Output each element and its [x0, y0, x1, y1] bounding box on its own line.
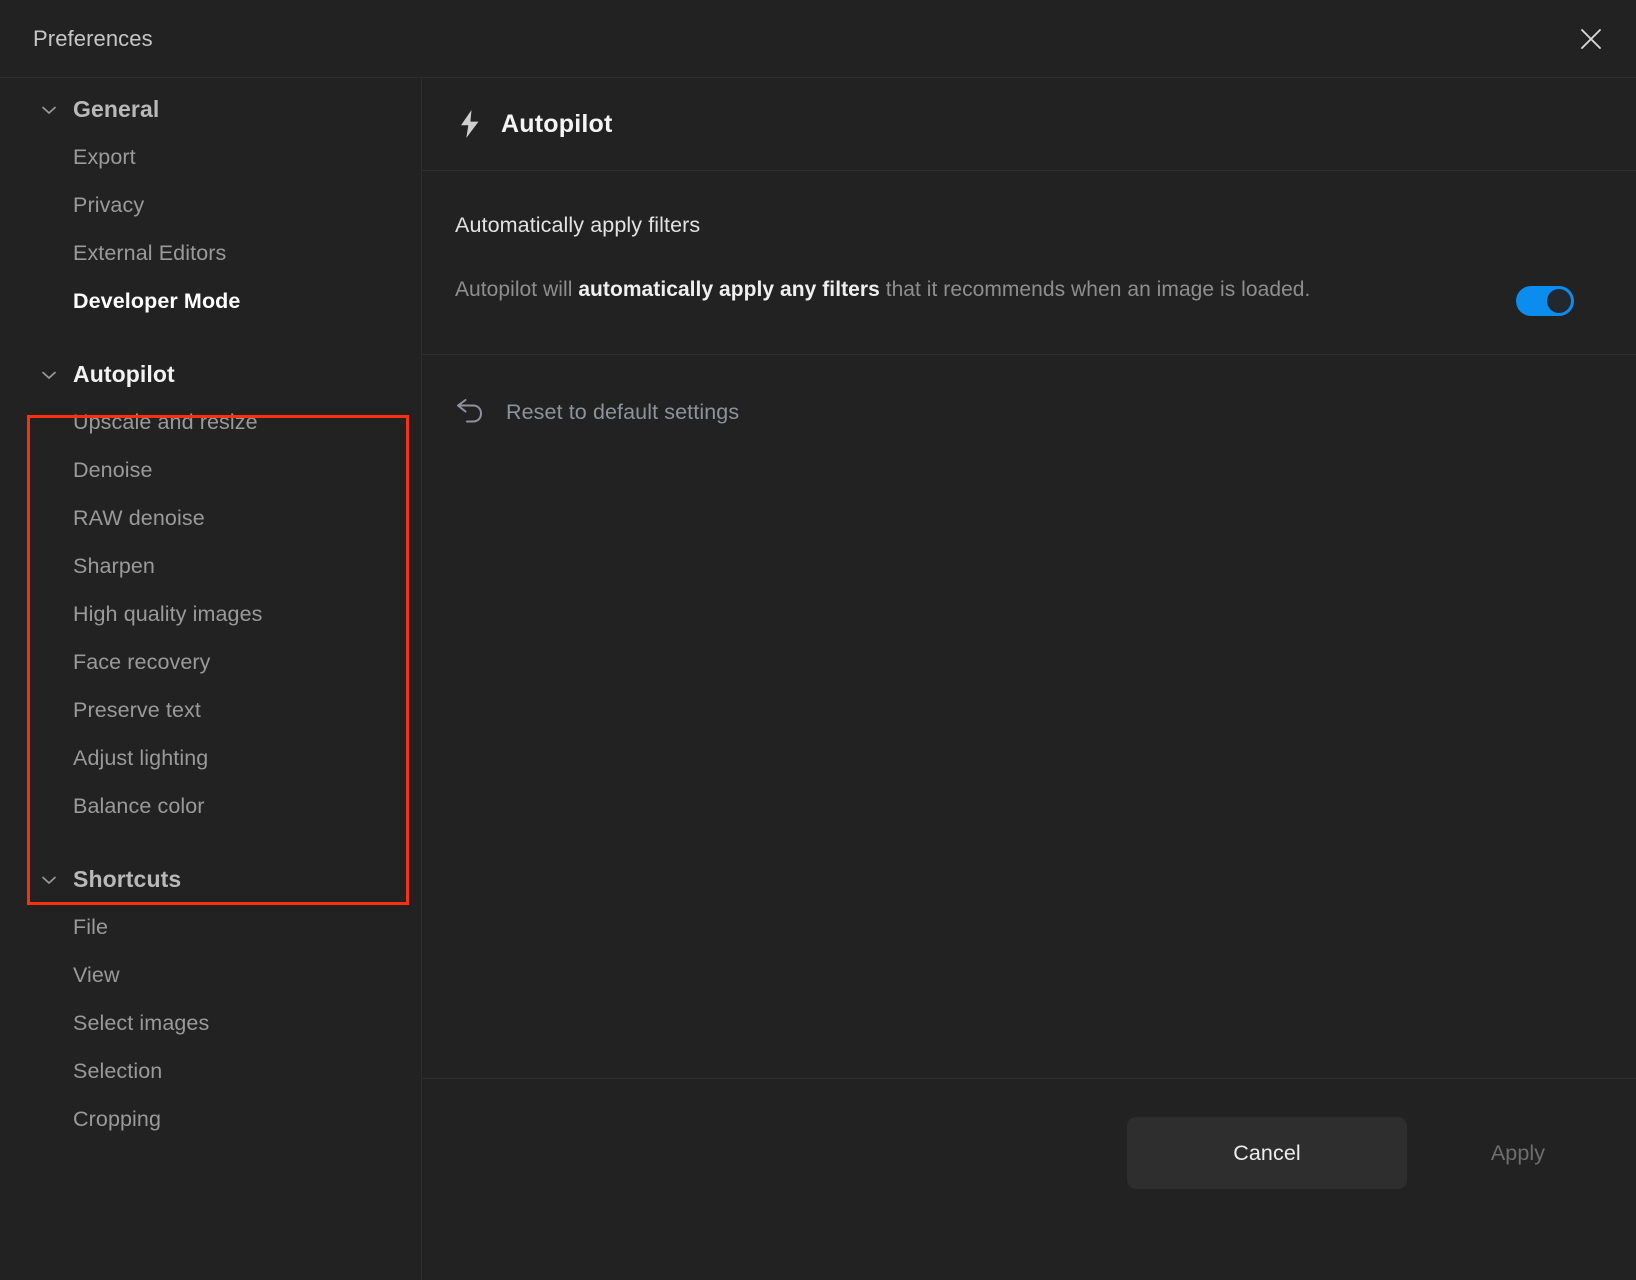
reset-label: Reset to default settings — [506, 399, 740, 424]
apply-button[interactable]: Apply — [1433, 1117, 1603, 1189]
sidebar-group-shortcuts[interactable]: Shortcuts — [0, 856, 421, 903]
sidebar-item-view[interactable]: View — [0, 951, 421, 999]
sidebar-item-preserve-text[interactable]: Preserve text — [0, 686, 421, 734]
sidebar-group-label-general: General — [73, 96, 160, 122]
sidebar-item-cropping[interactable]: Cropping — [0, 1095, 421, 1143]
setting-label: Automatically apply filters — [455, 213, 701, 237]
sidebar-item-face-recovery[interactable]: Face recovery — [0, 638, 421, 686]
sidebar-item-file[interactable]: File — [0, 903, 421, 951]
setting-description-prefix: Autopilot will — [455, 278, 579, 301]
setting-automatically-apply-filters: Automatically apply filters Autopilot wi… — [422, 171, 1636, 355]
close-icon[interactable] — [1568, 16, 1614, 62]
sidebar-group-label-autopilot: Autopilot — [73, 361, 175, 387]
sidebar-item-adjust-lighting[interactable]: Adjust lighting — [0, 734, 421, 782]
main-panel-content: Automatically apply filters Autopilot wi… — [422, 171, 1636, 1078]
reset-to-default-settings-button[interactable]: Reset to default settings — [422, 355, 1636, 469]
sidebar-item-balance-color[interactable]: Balance color — [0, 782, 421, 830]
sidebar-item-developer-mode[interactable]: Developer Mode — [0, 277, 421, 325]
sidebar-group-label-shortcuts: Shortcuts — [73, 866, 182, 892]
window-title: Preferences — [33, 25, 153, 51]
setting-row: Autopilot will automatically apply any f… — [455, 274, 1603, 316]
chevron-down-icon — [38, 364, 60, 386]
sidebar-item-denoise[interactable]: Denoise — [0, 446, 421, 494]
sidebar-group-general[interactable]: General — [0, 86, 421, 133]
setting-description: Autopilot will automatically apply any f… — [455, 274, 1310, 305]
sidebar-item-sharpen[interactable]: Sharpen — [0, 542, 421, 590]
sidebar-item-privacy[interactable]: Privacy — [0, 181, 421, 229]
sidebar-item-high-quality-images[interactable]: High quality images — [0, 590, 421, 638]
preferences-dialog: Preferences General Export Privacy Exter… — [0, 0, 1636, 1280]
auto-apply-filters-toggle[interactable] — [1516, 286, 1574, 316]
page-title: Autopilot — [501, 109, 613, 138]
undo-arrow-icon — [455, 397, 485, 427]
sidebar-item-external-editors[interactable]: External Editors — [0, 229, 421, 277]
main-panel: Autopilot Automatically apply filters Au… — [422, 78, 1636, 1280]
cancel-button[interactable]: Cancel — [1127, 1117, 1407, 1189]
chevron-down-icon — [38, 869, 60, 891]
setting-description-suffix: that it recommends when an image is load… — [879, 278, 1311, 301]
main-panel-header: Autopilot — [422, 78, 1636, 171]
dialog-body: General Export Privacy External Editors … — [0, 78, 1636, 1280]
sidebar-item-raw-denoise[interactable]: RAW denoise — [0, 494, 421, 542]
sidebar-item-export[interactable]: Export — [0, 133, 421, 181]
toggle-knob — [1547, 289, 1571, 313]
lightning-bolt-icon — [455, 109, 485, 139]
sidebar: General Export Privacy External Editors … — [0, 78, 422, 1280]
title-bar: Preferences — [0, 0, 1636, 78]
chevron-down-icon — [38, 99, 60, 121]
sidebar-group-autopilot[interactable]: Autopilot — [0, 351, 421, 398]
sidebar-item-select-images[interactable]: Select images — [0, 999, 421, 1047]
setting-description-emphasis: automatically apply any filters — [578, 278, 880, 301]
sidebar-item-upscale-and-resize[interactable]: Upscale and resize — [0, 398, 421, 446]
dialog-footer: Cancel Apply — [422, 1078, 1636, 1280]
sidebar-item-selection[interactable]: Selection — [0, 1047, 421, 1095]
